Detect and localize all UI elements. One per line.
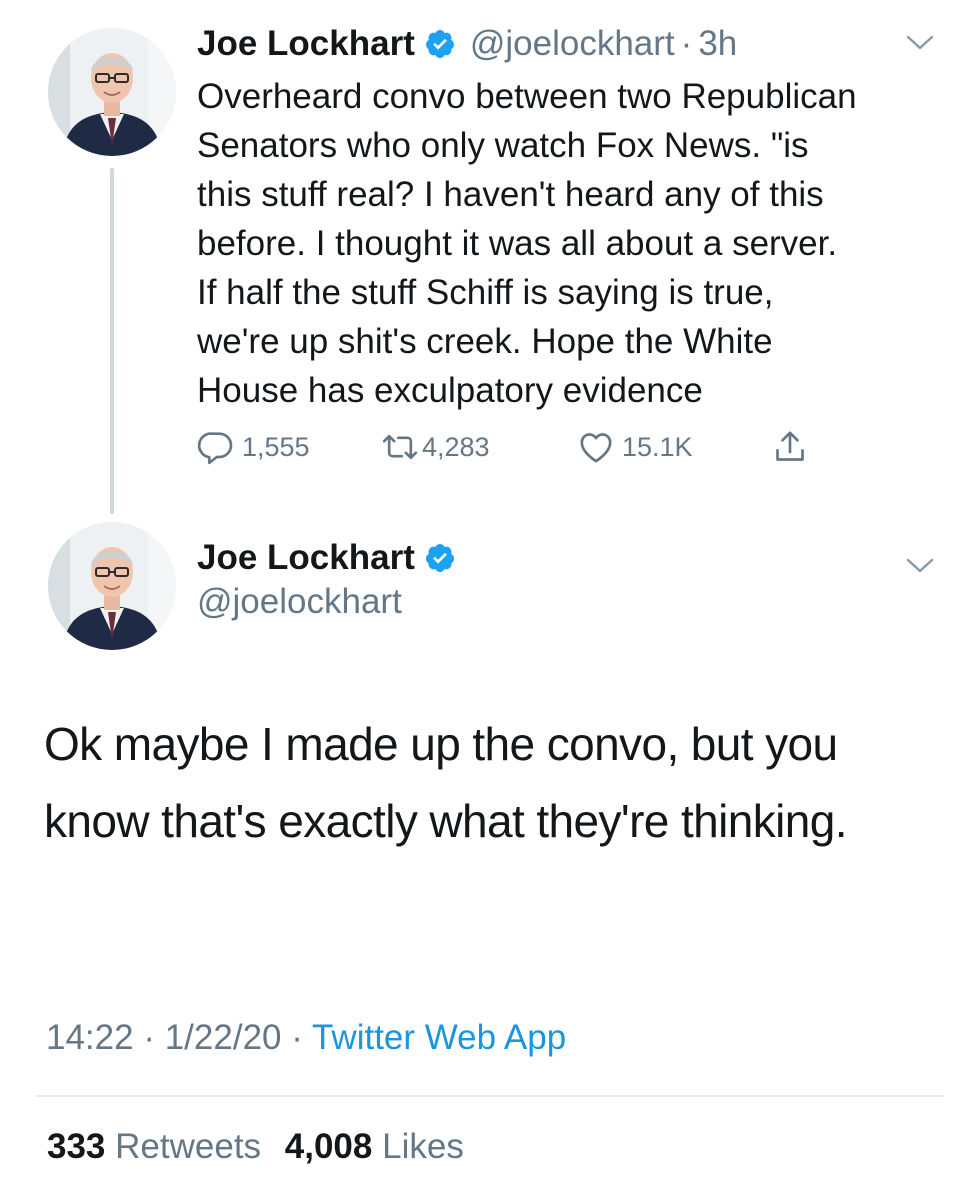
author-handle[interactable]: @joelockhart — [197, 582, 402, 622]
profile-photo-icon — [48, 28, 176, 156]
timestamp-date[interactable]: 1/22/20 — [165, 1018, 282, 1057]
author-handle[interactable]: @joelockhart — [470, 24, 675, 64]
separator-dot: · — [291, 1018, 303, 1057]
divider — [36, 1095, 944, 1097]
author-name[interactable]: Joe Lockhart — [197, 24, 415, 64]
retweets-stat[interactable]: 333 Retweets — [47, 1127, 261, 1166]
tweet1-actions: 1,555 4,283 15.1K — [196, 424, 836, 470]
reply-count: 1,555 — [242, 431, 310, 462]
avatar[interactable] — [48, 28, 176, 156]
engagement-stats: 333 Retweets 4,008 Likes — [47, 1127, 464, 1167]
retweet-button[interactable]: 4,283 — [380, 424, 490, 470]
source-link[interactable]: Twitter Web App — [312, 1018, 566, 1057]
likes-stat[interactable]: 4,008 Likes — [285, 1127, 464, 1166]
tweet-metadata: 14:22 · 1/22/20 · Twitter Web App — [46, 1018, 566, 1058]
separator-dot: · — [680, 24, 693, 63]
author-name[interactable]: Joe Lockhart — [197, 538, 415, 578]
thread-connector — [110, 168, 114, 514]
separator-dot: · — [143, 1018, 155, 1057]
like-icon — [580, 433, 612, 463]
likes-count: 4,008 — [284, 1127, 373, 1166]
reply-icon — [197, 432, 233, 465]
like-count: 15.1K — [622, 431, 693, 462]
verified-icon — [425, 544, 454, 572]
like-button[interactable]: 15.1K — [576, 424, 693, 470]
retweet-icon — [382, 434, 418, 460]
chevron-down-icon[interactable] — [905, 34, 935, 52]
profile-photo-icon — [48, 522, 176, 650]
share-icon — [776, 431, 804, 461]
tweet2-body: Ok maybe I made up the convo, but you kn… — [44, 718, 847, 847]
retweets-label: Retweets — [115, 1127, 262, 1166]
tweet1-header: Joe Lockhart @joelockhart · 3h — [197, 24, 737, 64]
share-button[interactable] — [770, 424, 810, 470]
chevron-down-icon[interactable] — [905, 557, 935, 575]
tweet-time[interactable]: 3h — [698, 24, 737, 64]
timestamp-time[interactable]: 14:22 — [46, 1018, 134, 1057]
tweet2-header: Joe Lockhart — [197, 538, 456, 578]
reply-button[interactable]: 1,555 — [196, 424, 310, 470]
tweet-thread: Joe Lockhart @joelockhart · 3h Overheard… — [0, 0, 977, 1200]
retweets-count: 333 — [47, 1127, 106, 1166]
verified-icon — [425, 30, 454, 58]
likes-label: Likes — [382, 1127, 464, 1166]
tweet1-body: Overheard convo between two Republican S… — [197, 77, 857, 410]
retweet-count: 4,283 — [422, 431, 490, 462]
avatar[interactable] — [48, 522, 176, 650]
